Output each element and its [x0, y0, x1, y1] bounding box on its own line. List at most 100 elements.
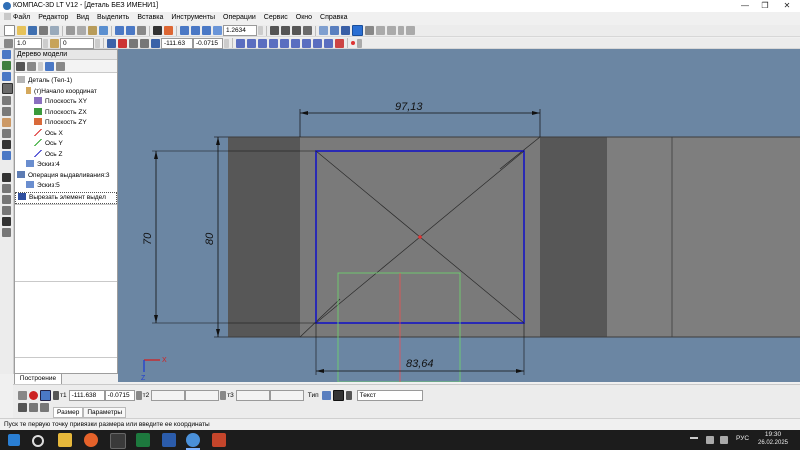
tree-node-axis-x[interactable]: Ось X [15, 128, 117, 140]
menu-editor[interactable]: Редактор [38, 12, 68, 24]
red-dot-icon[interactable] [351, 41, 355, 45]
zoom-input[interactable]: 1.2634 [223, 25, 257, 36]
tree-settings-icon[interactable] [56, 61, 65, 71]
geometry-icon[interactable] [2, 50, 11, 59]
shaded-icon[interactable] [341, 26, 350, 35]
center-point[interactable] [418, 235, 422, 239]
snap-line-icon[interactable] [247, 38, 256, 48]
step-input[interactable]: 1.0 [14, 37, 42, 49]
tree-structure-icon[interactable] [27, 61, 36, 71]
menu-select[interactable]: Выделить [97, 12, 129, 24]
pan-icon[interactable] [270, 26, 279, 35]
variables-icon[interactable] [137, 26, 146, 35]
t2-y-input[interactable] [185, 390, 220, 401]
snap-tangent-icon[interactable] [280, 38, 289, 48]
menu-view[interactable]: Вид [76, 12, 89, 24]
rotate-icon[interactable] [281, 26, 290, 35]
redo-icon[interactable] [126, 26, 135, 35]
language-indicator[interactable]: РУС [736, 435, 749, 442]
file-explorer-icon[interactable] [58, 433, 72, 447]
paste-icon[interactable] [88, 26, 97, 35]
sketch-tools-icon[interactable] [406, 26, 415, 35]
new-file-icon[interactable] [4, 25, 15, 36]
help-icon[interactable] [40, 403, 49, 412]
word-icon[interactable] [162, 433, 176, 447]
tab-size[interactable]: Размер [53, 407, 84, 418]
menu-tools[interactable]: Инструменты [171, 12, 215, 24]
t1-x-input[interactable]: -111.638 [68, 390, 105, 401]
close-panel-icon[interactable] [29, 403, 38, 412]
t2-x-input[interactable] [151, 390, 186, 401]
tree-view-icon[interactable] [45, 61, 54, 71]
zoom-in-icon[interactable] [191, 26, 200, 35]
tree-node-sketch-5[interactable]: Эскиз:5 [15, 181, 117, 192]
snap-normal-icon[interactable] [291, 38, 300, 48]
zoom-icon[interactable] [213, 26, 222, 35]
perspective-icon[interactable] [365, 26, 374, 35]
open-file-icon[interactable] [17, 26, 26, 35]
snap-settings-icon[interactable] [335, 38, 344, 48]
wireframe-icon[interactable] [319, 26, 328, 35]
filter-dropdown-icon[interactable] [398, 26, 404, 35]
save-icon[interactable] [28, 26, 37, 35]
print-icon[interactable] [39, 26, 48, 35]
properties-icon[interactable] [99, 26, 108, 35]
menu-operations[interactable]: Операции [223, 12, 256, 24]
app-icon[interactable] [110, 433, 126, 449]
search-icon[interactable] [32, 435, 44, 447]
t3-x-input[interactable] [235, 390, 270, 401]
cursor-coords-icon[interactable] [151, 38, 160, 48]
undo-icon[interactable] [115, 26, 124, 35]
kompas-taskbar-icon[interactable] [186, 433, 200, 447]
orient-icon[interactable] [292, 26, 301, 35]
model-viewport[interactable]: 97,13 70 80 83,64 X Z [118, 49, 800, 382]
powerpoint-icon[interactable] [212, 433, 226, 447]
type-parallel-icon[interactable] [345, 391, 352, 400]
filter-icon[interactable] [387, 26, 396, 35]
lock-icon[interactable] [2, 217, 11, 226]
zoom-window-icon[interactable] [180, 26, 189, 35]
dimension-text-80[interactable]: 80 [204, 232, 216, 245]
volume-icon[interactable] [720, 436, 728, 444]
snap-nearest-icon[interactable] [324, 38, 333, 48]
reports-icon[interactable] [2, 151, 11, 160]
menu-window[interactable]: Окно [296, 12, 312, 24]
menu-insert[interactable]: Вставка [137, 12, 163, 24]
network-icon[interactable] [706, 436, 714, 444]
coord-dropdown-icon[interactable] [224, 38, 229, 48]
minimize-button[interactable]: — [735, 0, 755, 12]
snap-middle-icon[interactable] [302, 38, 311, 48]
tree-node-extrusion[interactable]: Операция выдавливания:3 [15, 170, 117, 182]
text-icon[interactable] [2, 228, 11, 237]
snap-center-icon[interactable] [313, 38, 322, 48]
grid-icon[interactable] [107, 38, 116, 48]
tree-node-part[interactable]: Деталь (Тел-1) [15, 76, 117, 87]
menu-file[interactable]: Файл [4, 12, 30, 24]
t1-y-input[interactable]: -0.0715 [104, 390, 135, 401]
snap-intersect-icon[interactable] [269, 38, 278, 48]
tree-node-plane-zx[interactable]: Плоскость ZX [15, 107, 117, 119]
stop-icon[interactable] [29, 391, 38, 400]
tree-node-plane-zy[interactable]: Плоскость ZY [15, 118, 117, 129]
tree-order-icon[interactable] [16, 61, 25, 71]
show-icon[interactable] [376, 26, 385, 35]
hidden-lines-icon[interactable] [330, 26, 339, 35]
tree-node-cut-extrude[interactable]: Вырезать элемент выдел [15, 191, 117, 204]
cut-icon[interactable] [66, 26, 75, 35]
ortho-icon[interactable] [129, 38, 138, 48]
dimension-text-70[interactable]: 70 [142, 232, 154, 245]
help-pointer-icon[interactable] [153, 26, 162, 35]
type-horizontal-icon[interactable] [321, 391, 331, 400]
dimension-text-97[interactable]: 97,13 [395, 101, 423, 113]
layer-input[interactable]: 0 [60, 37, 94, 49]
auto-create-icon[interactable] [18, 391, 27, 400]
point-t1-icon[interactable] [40, 390, 51, 401]
copy-icon[interactable] [77, 26, 86, 35]
spec-icon[interactable] [2, 129, 11, 138]
cursor-icon[interactable] [18, 403, 27, 412]
diameter-icon[interactable] [2, 184, 11, 193]
tree-node-sketch-4[interactable]: Эскиз:4 [15, 160, 117, 171]
step-dropdown-icon[interactable] [43, 38, 48, 48]
measure-icon[interactable] [2, 107, 11, 116]
tree-node-origin[interactable]: (т)Начало координат [15, 86, 117, 98]
